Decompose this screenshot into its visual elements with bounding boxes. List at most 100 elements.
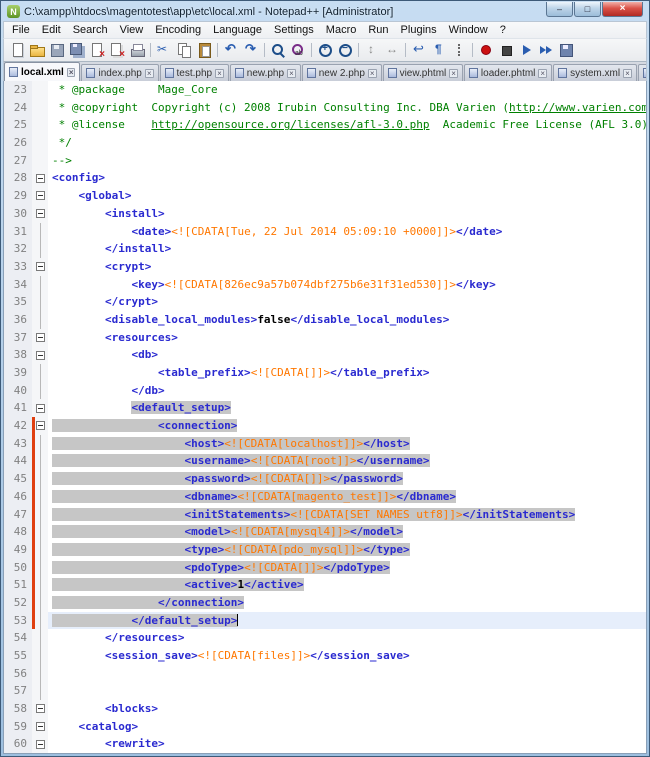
line-text[interactable]: <host><![CDATA[localhost]]></host> bbox=[48, 435, 646, 453]
menu-macro[interactable]: Macro bbox=[320, 23, 363, 37]
save-recorded-macro-button[interactable] bbox=[556, 40, 576, 60]
menu-settings[interactable]: Settings bbox=[268, 23, 320, 37]
line-text[interactable]: * @copyright Copyright (c) 2008 Irubin C… bbox=[48, 99, 646, 117]
title-bar[interactable]: N C:\xampp\htdocs\magentotest\app\etc\lo… bbox=[3, 1, 647, 21]
fold-collapse-icon[interactable] bbox=[35, 739, 45, 749]
line-text[interactable]: <default_setup> bbox=[48, 399, 646, 417]
tab-close-button[interactable]: × bbox=[449, 68, 458, 78]
show-all-characters-button[interactable] bbox=[429, 40, 449, 60]
close-all-button[interactable] bbox=[107, 40, 127, 60]
line-text[interactable]: <active>1</active> bbox=[48, 576, 646, 594]
tab-system-xml[interactable]: system.xml × bbox=[553, 64, 637, 81]
line-text[interactable]: <connection> bbox=[48, 417, 646, 435]
line-text[interactable]: --> bbox=[48, 152, 646, 170]
line-text[interactable]: <password><![CDATA[]]></password> bbox=[48, 470, 646, 488]
line-text[interactable]: <session_save><![CDATA[files]]></session… bbox=[48, 647, 646, 665]
line-text[interactable]: <rewrite> bbox=[48, 735, 646, 753]
line-text[interactable]: <install> bbox=[48, 205, 646, 223]
save-all-button[interactable] bbox=[67, 40, 87, 60]
paste-button[interactable] bbox=[194, 40, 214, 60]
tab-varien-php[interactable]: Varien.php× bbox=[637, 64, 646, 81]
tab-local-xml[interactable]: local.xml × bbox=[4, 62, 81, 81]
line-text[interactable]: <key><![CDATA[826ec9a57b074dbf275b6e31f3… bbox=[48, 276, 646, 294]
maximize-button[interactable]: □ bbox=[574, 2, 601, 17]
fold-collapse-icon[interactable] bbox=[35, 209, 45, 219]
menu-language[interactable]: Language bbox=[207, 23, 268, 37]
line-text[interactable]: <resources> bbox=[48, 329, 646, 347]
fold-collapse-icon[interactable] bbox=[35, 350, 45, 360]
play-macro-button[interactable] bbox=[516, 40, 536, 60]
tab-close-button[interactable]: × bbox=[623, 68, 632, 78]
replace-button[interactable] bbox=[288, 40, 308, 60]
menu-encoding[interactable]: Encoding bbox=[149, 23, 207, 37]
fold-collapse-icon[interactable] bbox=[35, 173, 45, 183]
line-text[interactable]: </install> bbox=[48, 240, 646, 258]
menu-search[interactable]: Search bbox=[67, 23, 114, 37]
menu-edit[interactable]: Edit bbox=[36, 23, 67, 37]
line-text[interactable]: <config> bbox=[48, 169, 646, 187]
menu-plugins[interactable]: Plugins bbox=[395, 23, 443, 37]
find-button[interactable] bbox=[268, 40, 288, 60]
tab-close-button[interactable]: × bbox=[66, 67, 76, 77]
line-text[interactable]: <pdoType><![CDATA[]]></pdoType> bbox=[48, 559, 646, 577]
line-text[interactable]: <type><![CDATA[pdo_mysql]]></type> bbox=[48, 541, 646, 559]
fold-collapse-icon[interactable] bbox=[35, 262, 45, 272]
stop-macro-button[interactable] bbox=[496, 40, 516, 60]
line-text[interactable]: */ bbox=[48, 134, 646, 152]
line-text[interactable]: </db> bbox=[48, 382, 646, 400]
line-text[interactable]: <disable_local_modules>false</disable_lo… bbox=[48, 311, 646, 329]
zoom-in-button[interactable] bbox=[315, 40, 335, 60]
tab-close-button[interactable]: × bbox=[538, 68, 548, 78]
line-text[interactable]: <initStatements><![CDATA[SET NAMES utf8]… bbox=[48, 506, 646, 524]
line-text[interactable] bbox=[48, 665, 646, 683]
sync-horizontal-button[interactable] bbox=[382, 40, 402, 60]
line-text[interactable]: * @package Mage_Core bbox=[48, 81, 646, 99]
close-button[interactable]: × bbox=[602, 2, 643, 17]
line-text[interactable]: <crypt> bbox=[48, 258, 646, 276]
record-macro-button[interactable] bbox=[476, 40, 496, 60]
tab-loader-phtml[interactable]: loader.phtml × bbox=[463, 64, 553, 81]
tab-test-php[interactable]: test.php × bbox=[159, 64, 229, 81]
line-text[interactable] bbox=[48, 682, 646, 700]
print-button[interactable] bbox=[127, 40, 147, 60]
tab-close-button[interactable]: × bbox=[367, 68, 377, 78]
zoom-out-button[interactable] bbox=[335, 40, 355, 60]
menu-run[interactable]: Run bbox=[362, 23, 394, 37]
word-wrap-button[interactable] bbox=[409, 40, 429, 60]
close-button[interactable] bbox=[87, 40, 107, 60]
sync-vertical-button[interactable] bbox=[362, 40, 382, 60]
line-text[interactable]: <table_prefix><![CDATA[]]></table_prefix… bbox=[48, 364, 646, 382]
redo-button[interactable] bbox=[241, 40, 261, 60]
cut-button[interactable] bbox=[154, 40, 174, 60]
menu-window[interactable]: Window bbox=[443, 23, 494, 37]
tab-view-phtml[interactable]: view.phtml × bbox=[382, 64, 463, 81]
line-text[interactable]: <date><![CDATA[Tue, 22 Jul 2014 05:09:10… bbox=[48, 223, 646, 241]
minimize-button[interactable]: – bbox=[546, 2, 573, 17]
line-text[interactable]: <catalog> bbox=[48, 718, 646, 736]
line-text[interactable]: <dbname><![CDATA[magento_test]]></dbname… bbox=[48, 488, 646, 506]
fold-collapse-icon[interactable] bbox=[35, 191, 45, 201]
copy-button[interactable] bbox=[174, 40, 194, 60]
line-text[interactable]: <username><![CDATA[root]]></username> bbox=[48, 452, 646, 470]
line-text[interactable]: </connection> bbox=[48, 594, 646, 612]
menu-file[interactable]: File bbox=[6, 23, 36, 37]
open-file-button[interactable] bbox=[27, 40, 47, 60]
line-text[interactable]: <db> bbox=[48, 346, 646, 364]
editor[interactable]: 23 * @package Mage_Core 24 * @copyright C… bbox=[3, 81, 647, 754]
tab-close-button[interactable]: × bbox=[144, 68, 154, 78]
line-text[interactable]: </default_setup> bbox=[48, 611, 646, 630]
indent-guide-button[interactable] bbox=[449, 40, 469, 60]
tab-index-php[interactable]: index.php × bbox=[81, 64, 159, 81]
line-text[interactable]: <model><![CDATA[mysql4]]></model> bbox=[48, 523, 646, 541]
menu-[interactable]: ? bbox=[494, 23, 512, 37]
fold-collapse-icon[interactable] bbox=[35, 722, 45, 732]
save-button[interactable] bbox=[47, 40, 67, 60]
tab-new-2-php[interactable]: new 2.php × bbox=[301, 64, 382, 81]
new-file-button[interactable] bbox=[7, 40, 27, 60]
tab-close-button[interactable]: × bbox=[287, 68, 296, 78]
line-text[interactable]: </resources> bbox=[48, 629, 646, 647]
run-macro-multiple-times-button[interactable] bbox=[536, 40, 556, 60]
fold-collapse-icon[interactable] bbox=[35, 332, 45, 342]
undo-button[interactable] bbox=[221, 40, 241, 60]
fold-collapse-icon[interactable] bbox=[35, 421, 45, 431]
